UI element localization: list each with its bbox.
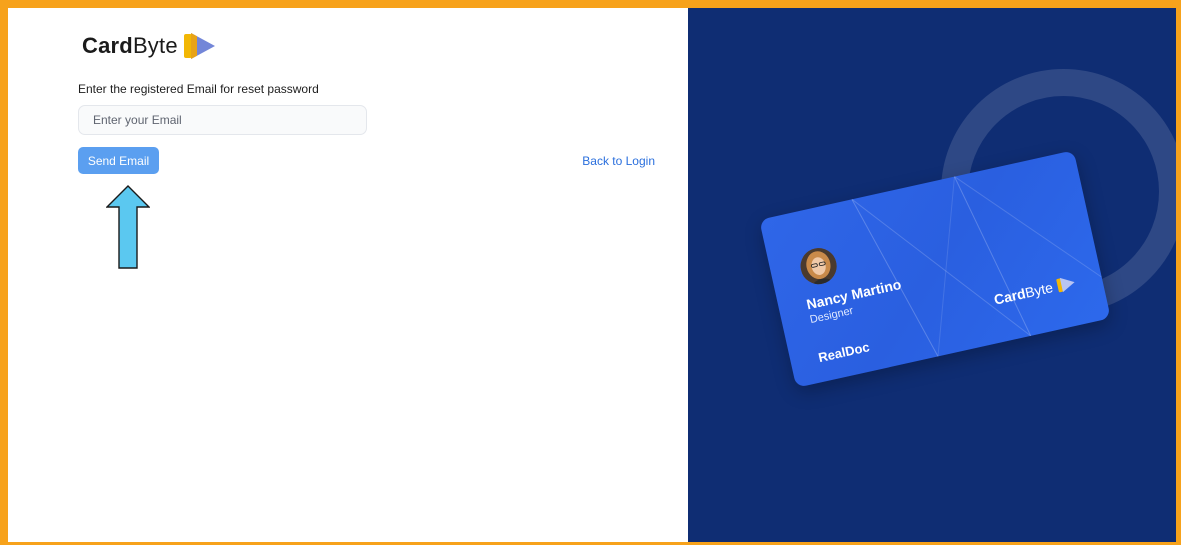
promo-panel: Nancy Martino Designer RealDoc CardByte [688, 8, 1176, 542]
logo-text: CardByte [82, 33, 178, 59]
cardbyte-play-logo-icon [183, 33, 215, 59]
cardbyte-logo: CardByte [82, 30, 217, 62]
reset-password-panel: CardByte Enter the registered Email for … [8, 8, 688, 542]
business-card-preview: Nancy Martino Designer RealDoc CardByte [759, 150, 1111, 388]
send-email-button[interactable]: Send Email [78, 147, 159, 174]
up-arrow-icon [106, 185, 150, 269]
logo-text-light: Byte [132, 33, 178, 58]
back-to-login-link[interactable]: Back to Login [582, 154, 655, 168]
logo-text-bold: Card [82, 33, 133, 58]
email-field[interactable] [78, 105, 367, 135]
app-frame: CardByte Enter the registered Email for … [0, 0, 1181, 545]
reset-instruction-text: Enter the registered Email for reset pas… [78, 82, 319, 96]
